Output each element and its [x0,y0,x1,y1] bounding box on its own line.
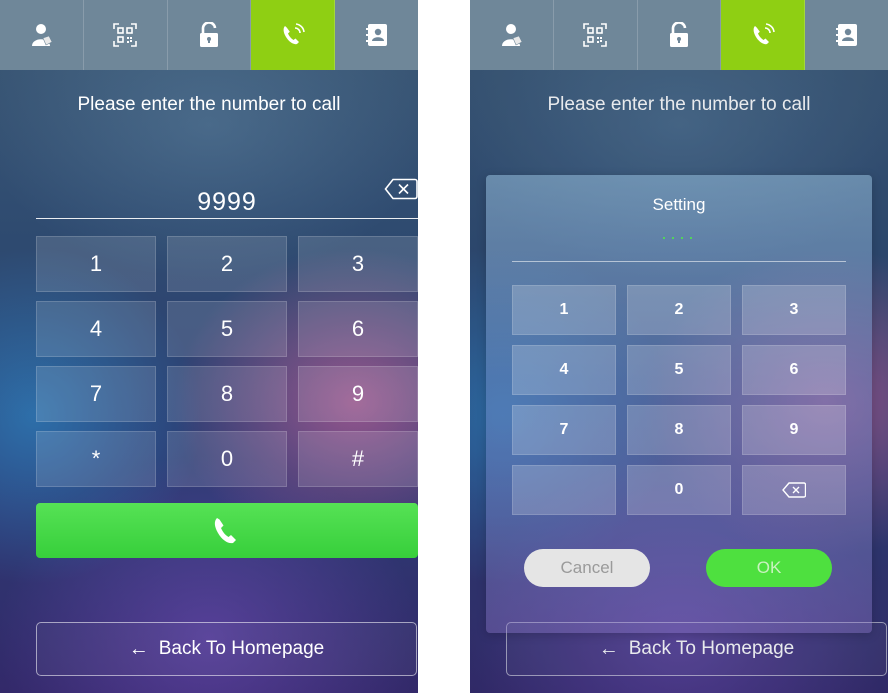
key-8[interactable]: 8 [627,405,731,455]
key-4[interactable]: 4 [36,301,156,357]
qr-code-icon [583,23,607,47]
key-7[interactable]: 7 [512,405,616,455]
cancel-button[interactable]: Cancel [524,549,650,587]
key-0[interactable]: 0 [167,431,287,487]
tab-call[interactable] [721,0,806,70]
backspace-key[interactable] [742,465,846,515]
key-1[interactable]: 1 [36,236,156,292]
contacts-icon [365,24,387,46]
phone-call-icon [753,23,775,45]
back-to-homepage-button[interactable]: ← Back To Homepage [36,622,417,676]
ok-button[interactable]: OK [706,549,832,587]
setting-dialog: Setting ···· 1 2 3 4 5 6 7 8 9 0 Cancel … [486,175,872,633]
call-button[interactable] [36,503,418,558]
back-arrow-icon: ← [128,637,149,660]
resident-icon [32,24,53,46]
back-label: Back To Homepage [158,638,325,659]
contacts-icon [835,24,857,46]
tab-unlock[interactable] [168,0,252,70]
key-9[interactable]: 9 [298,366,418,422]
dial-prompt: Please enter the number to call [77,94,341,115]
divider [512,261,846,262]
key-6[interactable]: 6 [298,301,418,357]
key-4[interactable]: 4 [512,345,616,395]
key-6[interactable]: 6 [742,345,846,395]
entered-number: 9999 [197,188,257,216]
dialog-keypad: 1 2 3 4 5 6 7 8 9 0 [512,285,846,515]
phone-call-icon [283,23,305,45]
tab-contacts[interactable] [335,0,418,70]
dial-screen: Please enter the number to call 9999 1 2… [0,0,418,693]
key-hash[interactable]: # [298,431,418,487]
tab-unlock[interactable] [638,0,722,70]
key-5[interactable]: 5 [167,301,287,357]
key-2[interactable]: 2 [167,236,287,292]
key-blank[interactable] [512,465,616,515]
tab-resident[interactable] [470,0,554,70]
key-1[interactable]: 1 [512,285,616,335]
backspace-icon [782,482,806,498]
key-5[interactable]: 5 [627,345,731,395]
unlock-icon [669,22,688,47]
tab-qr-code[interactable] [84,0,168,70]
dialog-title: Setting [652,195,706,214]
number-input[interactable]: 9999 [36,168,418,219]
top-nav-bar [0,0,418,70]
key-3[interactable]: 3 [742,285,846,335]
backspace-button[interactable] [384,178,418,205]
tab-call[interactable] [251,0,336,70]
key-0[interactable]: 0 [627,465,731,515]
password-field[interactable]: ···· [486,227,872,247]
key-8[interactable]: 8 [167,366,287,422]
key-7[interactable]: 7 [36,366,156,422]
top-nav-bar [470,0,888,70]
key-9[interactable]: 9 [742,405,846,455]
key-2[interactable]: 2 [627,285,731,335]
tab-qr-code[interactable] [554,0,638,70]
phone-icon [214,517,236,543]
key-3[interactable]: 3 [298,236,418,292]
key-star[interactable]: * [36,431,156,487]
qr-code-icon [113,23,137,47]
tab-contacts[interactable] [805,0,888,70]
unlock-icon [199,22,218,47]
setting-screen: Please enter the number to call ← Back T… [470,0,888,693]
dial-keypad: 1 2 3 4 5 6 7 8 9 * 0 # [36,236,418,487]
tab-resident[interactable] [0,0,84,70]
resident-icon [502,24,523,46]
backspace-icon [384,178,418,200]
